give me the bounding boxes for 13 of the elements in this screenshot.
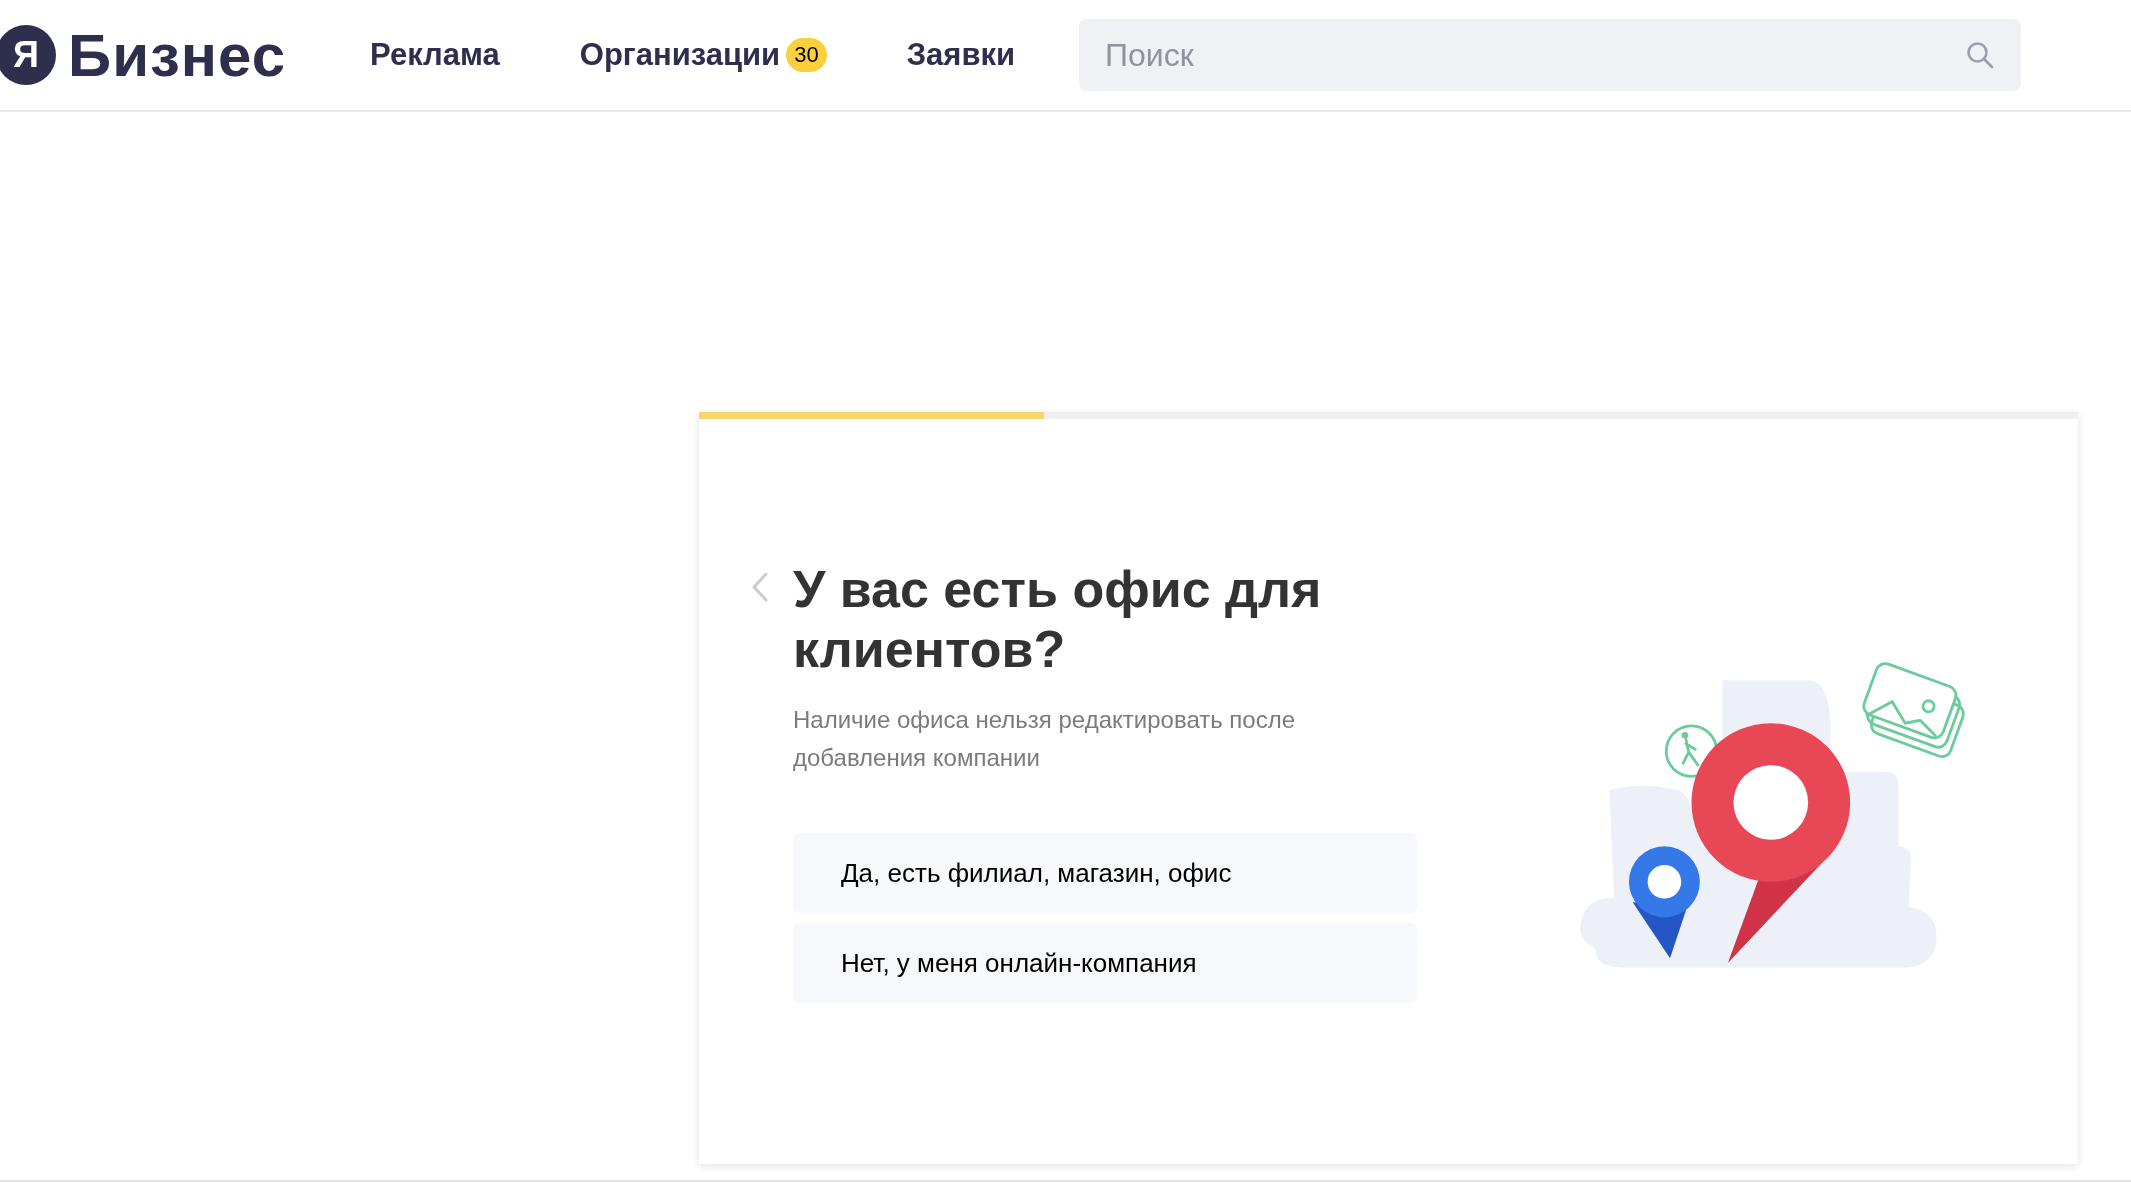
nav-link[interactable]: Организации xyxy=(579,37,781,73)
nav-link[interactable]: Реклама xyxy=(370,37,500,73)
count-badge: 30 xyxy=(786,38,827,72)
nav-link[interactable]: Заявки xyxy=(906,37,1016,73)
answer-option[interactable]: Нет, у меня онлайн-компания xyxy=(793,923,1417,1003)
logo-wordmark[interactable]: Бизнес xyxy=(68,20,287,90)
question-hint: Наличие офиса нельзя редактировать после добавления компании xyxy=(793,705,1297,773)
back-chevron-icon[interactable] xyxy=(751,571,769,603)
logo-badge[interactable]: Я xyxy=(0,25,56,85)
answer-option[interactable]: Да, есть филиал, магазин, офис xyxy=(793,833,1417,913)
question-title: У вас есть офис для клиентов? xyxy=(793,559,1323,679)
search-icon[interactable] xyxy=(1965,40,1996,70)
search-field[interactable]: Поиск xyxy=(1079,19,2022,91)
